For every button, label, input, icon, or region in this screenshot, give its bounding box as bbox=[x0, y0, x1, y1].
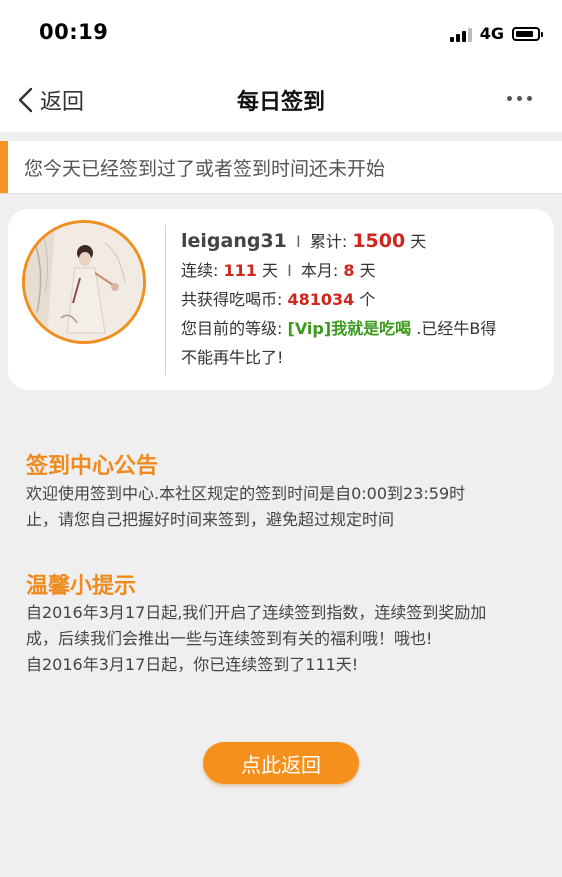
notice-banner: 您今天已经签到过了或者签到时间还未开始 bbox=[0, 141, 562, 194]
tips-line: 自2016年3月17日起,我们开启了连续签到指数，连续签到奖励加 bbox=[26, 603, 487, 622]
notice-accent-bar bbox=[0, 141, 8, 193]
network-type: 4G bbox=[479, 24, 504, 43]
page-title: 每日签到 bbox=[236, 90, 325, 115]
total-label: 累计: bbox=[309, 232, 348, 251]
tips-title: 温馨小提示 bbox=[26, 574, 137, 599]
user-stats: leigang31 I 累计: 1500 天 连续: 111 天 I 本月: 8… bbox=[181, 227, 543, 372]
announcement-line: 欢迎使用签到中心.本社区规定的签到时间是自0:00到23:59时 bbox=[26, 484, 466, 503]
user-card: leigang31 I 累计: 1500 天 连续: 111 天 I 本月: 8… bbox=[8, 209, 554, 390]
coins-unit: 个 bbox=[359, 290, 376, 309]
streak-unit: 天 bbox=[262, 261, 279, 280]
total-days: 1500 bbox=[352, 230, 406, 252]
separator: I bbox=[287, 261, 292, 280]
announcement-text: 欢迎使用签到中心.本社区规定的签到时间是自0:00到23:59时 止，请您自己把… bbox=[26, 481, 536, 533]
total-unit: 天 bbox=[410, 232, 427, 251]
card-divider bbox=[165, 225, 166, 375]
level-suffix: .已经牛B得 bbox=[416, 319, 497, 338]
status-bar: 00:19 4G bbox=[0, 0, 562, 66]
more-options-icon[interactable] bbox=[507, 96, 532, 101]
month-days: 8 bbox=[343, 261, 355, 280]
announcement-line: 止，请您自己把握好时间来签到，避免超过规定时间 bbox=[26, 510, 395, 529]
avatar-image bbox=[25, 223, 143, 341]
announcement-title: 签到中心公告 bbox=[26, 454, 159, 479]
level-label: 您目前的等级: bbox=[181, 319, 283, 338]
battery-icon bbox=[512, 26, 543, 41]
level-suffix-line2: 不能再牛比了! bbox=[181, 348, 284, 367]
status-indicators: 4G bbox=[449, 24, 543, 43]
avatar[interactable] bbox=[22, 220, 146, 344]
month-unit: 天 bbox=[359, 261, 376, 280]
nav-bar: 返回 每日签到 bbox=[0, 66, 562, 132]
status-time: 00:19 bbox=[39, 20, 109, 44]
coins-label: 共获得吃喝币: bbox=[181, 290, 283, 309]
return-button[interactable]: 点此返回 bbox=[203, 742, 359, 784]
level-name: [Vip]我就是吃喝 bbox=[287, 319, 412, 338]
tips-line: 自2016年3月17日起，你已连续签到了111天! bbox=[26, 655, 359, 674]
signal-icon bbox=[449, 26, 472, 42]
month-label: 本月: bbox=[300, 261, 339, 280]
streak-days: 111 bbox=[223, 261, 257, 280]
tips-line: 成，后续我们会推出一些与连续签到有关的福利哦！哦也! bbox=[26, 629, 433, 648]
notice-text: 您今天已经签到过了或者签到时间还未开始 bbox=[24, 158, 386, 180]
separator: I bbox=[296, 232, 301, 251]
coins-value: 481034 bbox=[287, 290, 355, 309]
tips-text: 自2016年3月17日起,我们开启了连续签到指数，连续签到奖励加 成，后续我们会… bbox=[26, 600, 536, 678]
username: leigang31 bbox=[181, 230, 287, 252]
streak-label: 连续: bbox=[181, 261, 219, 280]
